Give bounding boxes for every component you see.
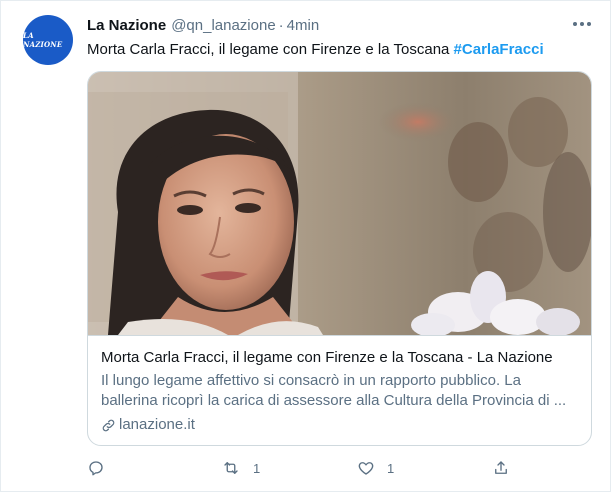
card-domain: lanazione.it: [101, 415, 578, 435]
avatar[interactable]: LA NAZIONE: [23, 15, 73, 65]
card-description: Il lungo legame affettivo si consacrò in…: [101, 372, 567, 409]
tweet-text: Morta Carla Fracci, il legame con Firenz…: [87, 41, 544, 58]
link-card[interactable]: Morta Carla Fracci, il legame con Firenz…: [87, 71, 592, 446]
tweet-body: Morta Carla Fracci, il legame con Firenz…: [87, 41, 454, 58]
separator-dot: ·: [278, 16, 284, 34]
heart-icon: [358, 462, 374, 475]
more-options-icon[interactable]: [569, 13, 595, 35]
tweet-container: LA NAZIONE La Nazione @qn_lanazione · 4m…: [0, 0, 611, 492]
hashtag-link[interactable]: #CarlaFracci: [454, 41, 544, 58]
retweet-icon: [224, 462, 238, 474]
reply-icon: [89, 461, 103, 476]
tweet-header: La Nazione @qn_lanazione · 4min: [87, 15, 319, 35]
retweet-count: 1: [253, 460, 261, 476]
retweet-button[interactable]: 1: [221, 455, 260, 481]
tweet-actions: 1 1: [87, 455, 527, 481]
author-name[interactable]: La Nazione: [87, 17, 166, 34]
card-title: Morta Carla Fracci, il legame con Firenz…: [101, 349, 553, 366]
timestamp[interactable]: 4min: [287, 17, 320, 34]
like-button[interactable]: 1: [357, 455, 394, 481]
avatar-logo-text: LA NAZIONE: [23, 31, 63, 49]
reply-button[interactable]: [87, 455, 105, 481]
like-count: 1: [387, 460, 395, 476]
link-icon: [102, 419, 115, 431]
share-button[interactable]: [492, 455, 510, 481]
card-domain-text: lanazione.it: [119, 416, 195, 433]
card-body[interactable]: Morta Carla Fracci, il legame con Firenz…: [88, 335, 591, 445]
share-icon: [495, 461, 507, 474]
author-handle[interactable]: @qn_lanazione: [171, 17, 275, 34]
card-image[interactable]: [88, 72, 591, 335]
